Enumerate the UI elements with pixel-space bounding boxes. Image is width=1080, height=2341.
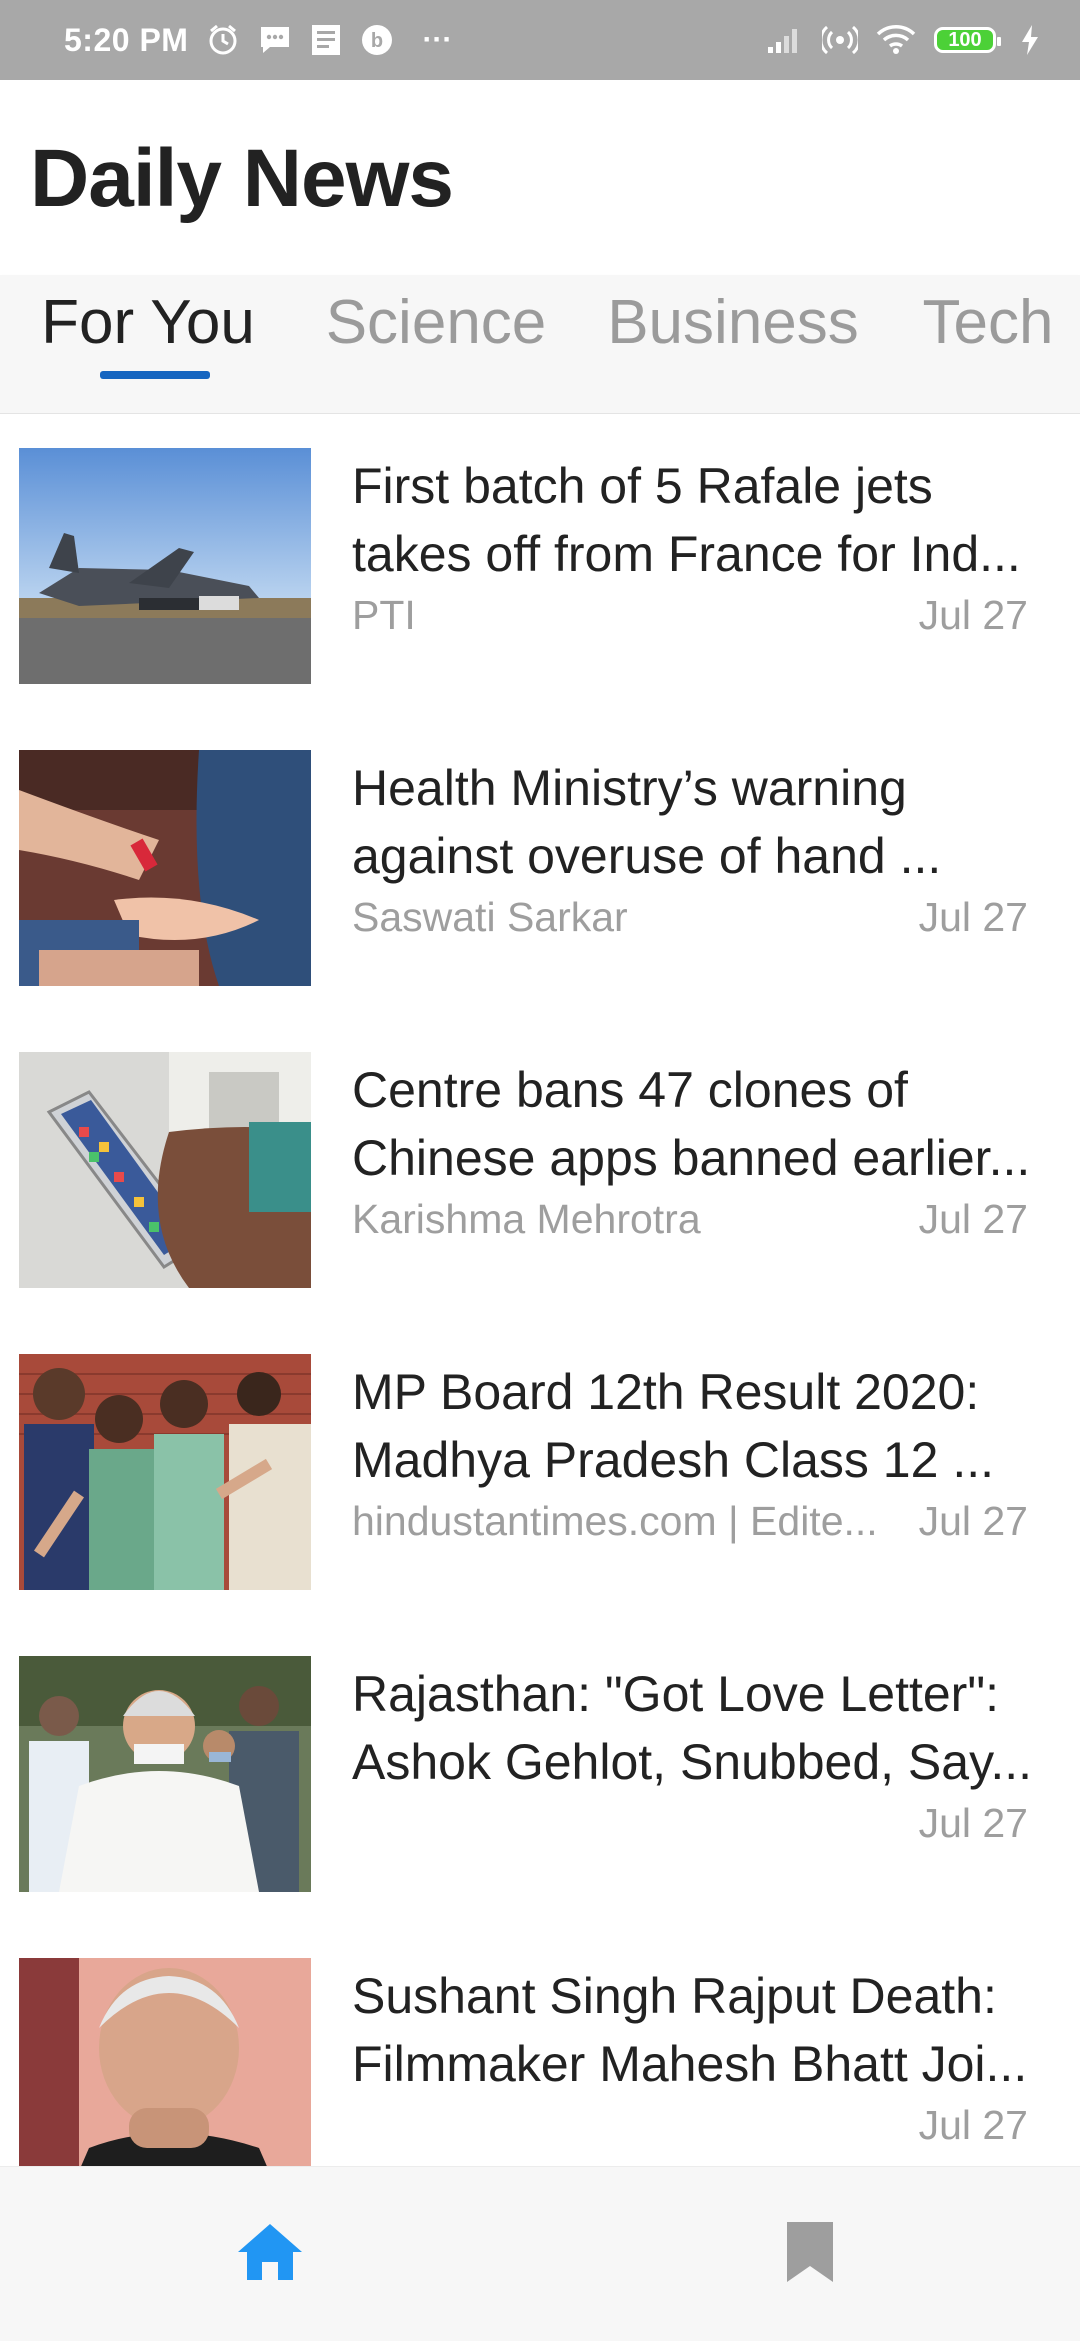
article-source: hindustantimes.com | Edite... [352,1498,878,1544]
wifi-icon [876,24,916,56]
article-source: Saswati Sarkar [352,894,628,940]
app-header: Daily News [0,80,1080,275]
status-bar-right: 100 [766,23,1040,57]
news-card[interactable]: MP Board 12th Result 2020: Madhya Prades… [0,1336,1080,1638]
nav-home-button[interactable] [0,2167,540,2341]
bookmark-icon [785,2220,835,2289]
article-source: PTI [352,592,416,638]
status-time: 5:20 PM [64,21,189,58]
article-thumbnail [19,1656,311,1892]
status-bar: 5:20 PM b ··· 100 [0,0,1080,80]
category-tabs: For You Science Business Tech [0,275,1080,414]
article-date: Jul 27 [918,1196,1028,1242]
home-icon [236,2222,304,2287]
tab-label: Science [325,288,547,357]
news-feed[interactable]: First batch of 5 Rafale jets takes off f… [0,414,1080,2166]
news-card[interactable]: Sushant Singh Rajput Death: Filmmaker Ma… [0,1940,1080,2166]
article-thumbnail [19,1354,311,1590]
article-headline: Rajasthan: "Got Love Letter": Ashok Gehl… [352,1666,1033,1790]
article-thumbnail [19,750,311,986]
hand-sanitizer-photo [19,750,311,986]
smartphone-photo [19,1052,311,1288]
news-card[interactable]: Centre bans 47 clones of Chinese apps ba… [0,1034,1080,1336]
tab-label: Tech [922,288,1054,357]
tab-science[interactable]: Science [316,275,556,413]
tab-label: Business [607,288,859,357]
article-date: Jul 27 [918,1800,1028,1846]
tab-label: For You [41,288,255,357]
article-thumbnail [19,448,311,684]
battery-icon: 100 [934,27,1001,53]
article-headline: Centre bans 47 clones of Chinese apps ba… [352,1062,1031,1186]
politician-crowd-photo [19,1656,311,1892]
app-badge-icon: b [360,23,394,57]
article-date: Jul 27 [918,2102,1028,2148]
article-thumbnail [19,1052,311,1288]
message-icon [258,24,292,56]
svg-text:b: b [371,30,383,52]
page-title: Daily News [30,133,454,224]
filmmaker-portrait-photo [19,1958,311,2166]
article-headline: Health Ministry’s warning against overus… [352,760,942,884]
hotspot-icon [822,23,858,57]
article-date: Jul 27 [918,592,1028,638]
rafale-jet-photo [19,448,311,684]
nav-bookmarks-button[interactable] [540,2167,1080,2341]
students-celebrating-photo [19,1354,311,1590]
tab-tech[interactable]: Tech [908,275,1068,413]
alarm-icon [206,23,240,57]
news-card[interactable]: First batch of 5 Rafale jets takes off f… [0,430,1080,732]
article-thumbnail [19,1958,311,2166]
article-date: Jul 27 [918,1498,1028,1544]
news-icon [310,23,342,57]
status-bar-left: 5:20 PM b ··· [64,22,452,59]
signal-icon [766,25,804,55]
news-card[interactable]: Health Ministry’s warning against overus… [0,732,1080,1034]
article-headline: Sushant Singh Rajput Death: Filmmaker Ma… [352,1968,1028,2092]
bottom-navigation [0,2166,1080,2341]
article-source: Karishma Mehrotra [352,1196,701,1242]
article-headline: First batch of 5 Rafale jets takes off f… [352,458,1021,582]
article-headline: MP Board 12th Result 2020: Madhya Prades… [352,1364,994,1488]
tab-for-you[interactable]: For You [28,275,268,413]
news-card[interactable]: Rajasthan: "Got Love Letter": Ashok Gehl… [0,1638,1080,1940]
active-tab-indicator [100,371,210,379]
tab-business[interactable]: Business [598,275,868,413]
more-notifications-icon: ··· [422,23,453,56]
article-date: Jul 27 [918,894,1028,940]
charging-icon [1020,24,1040,56]
